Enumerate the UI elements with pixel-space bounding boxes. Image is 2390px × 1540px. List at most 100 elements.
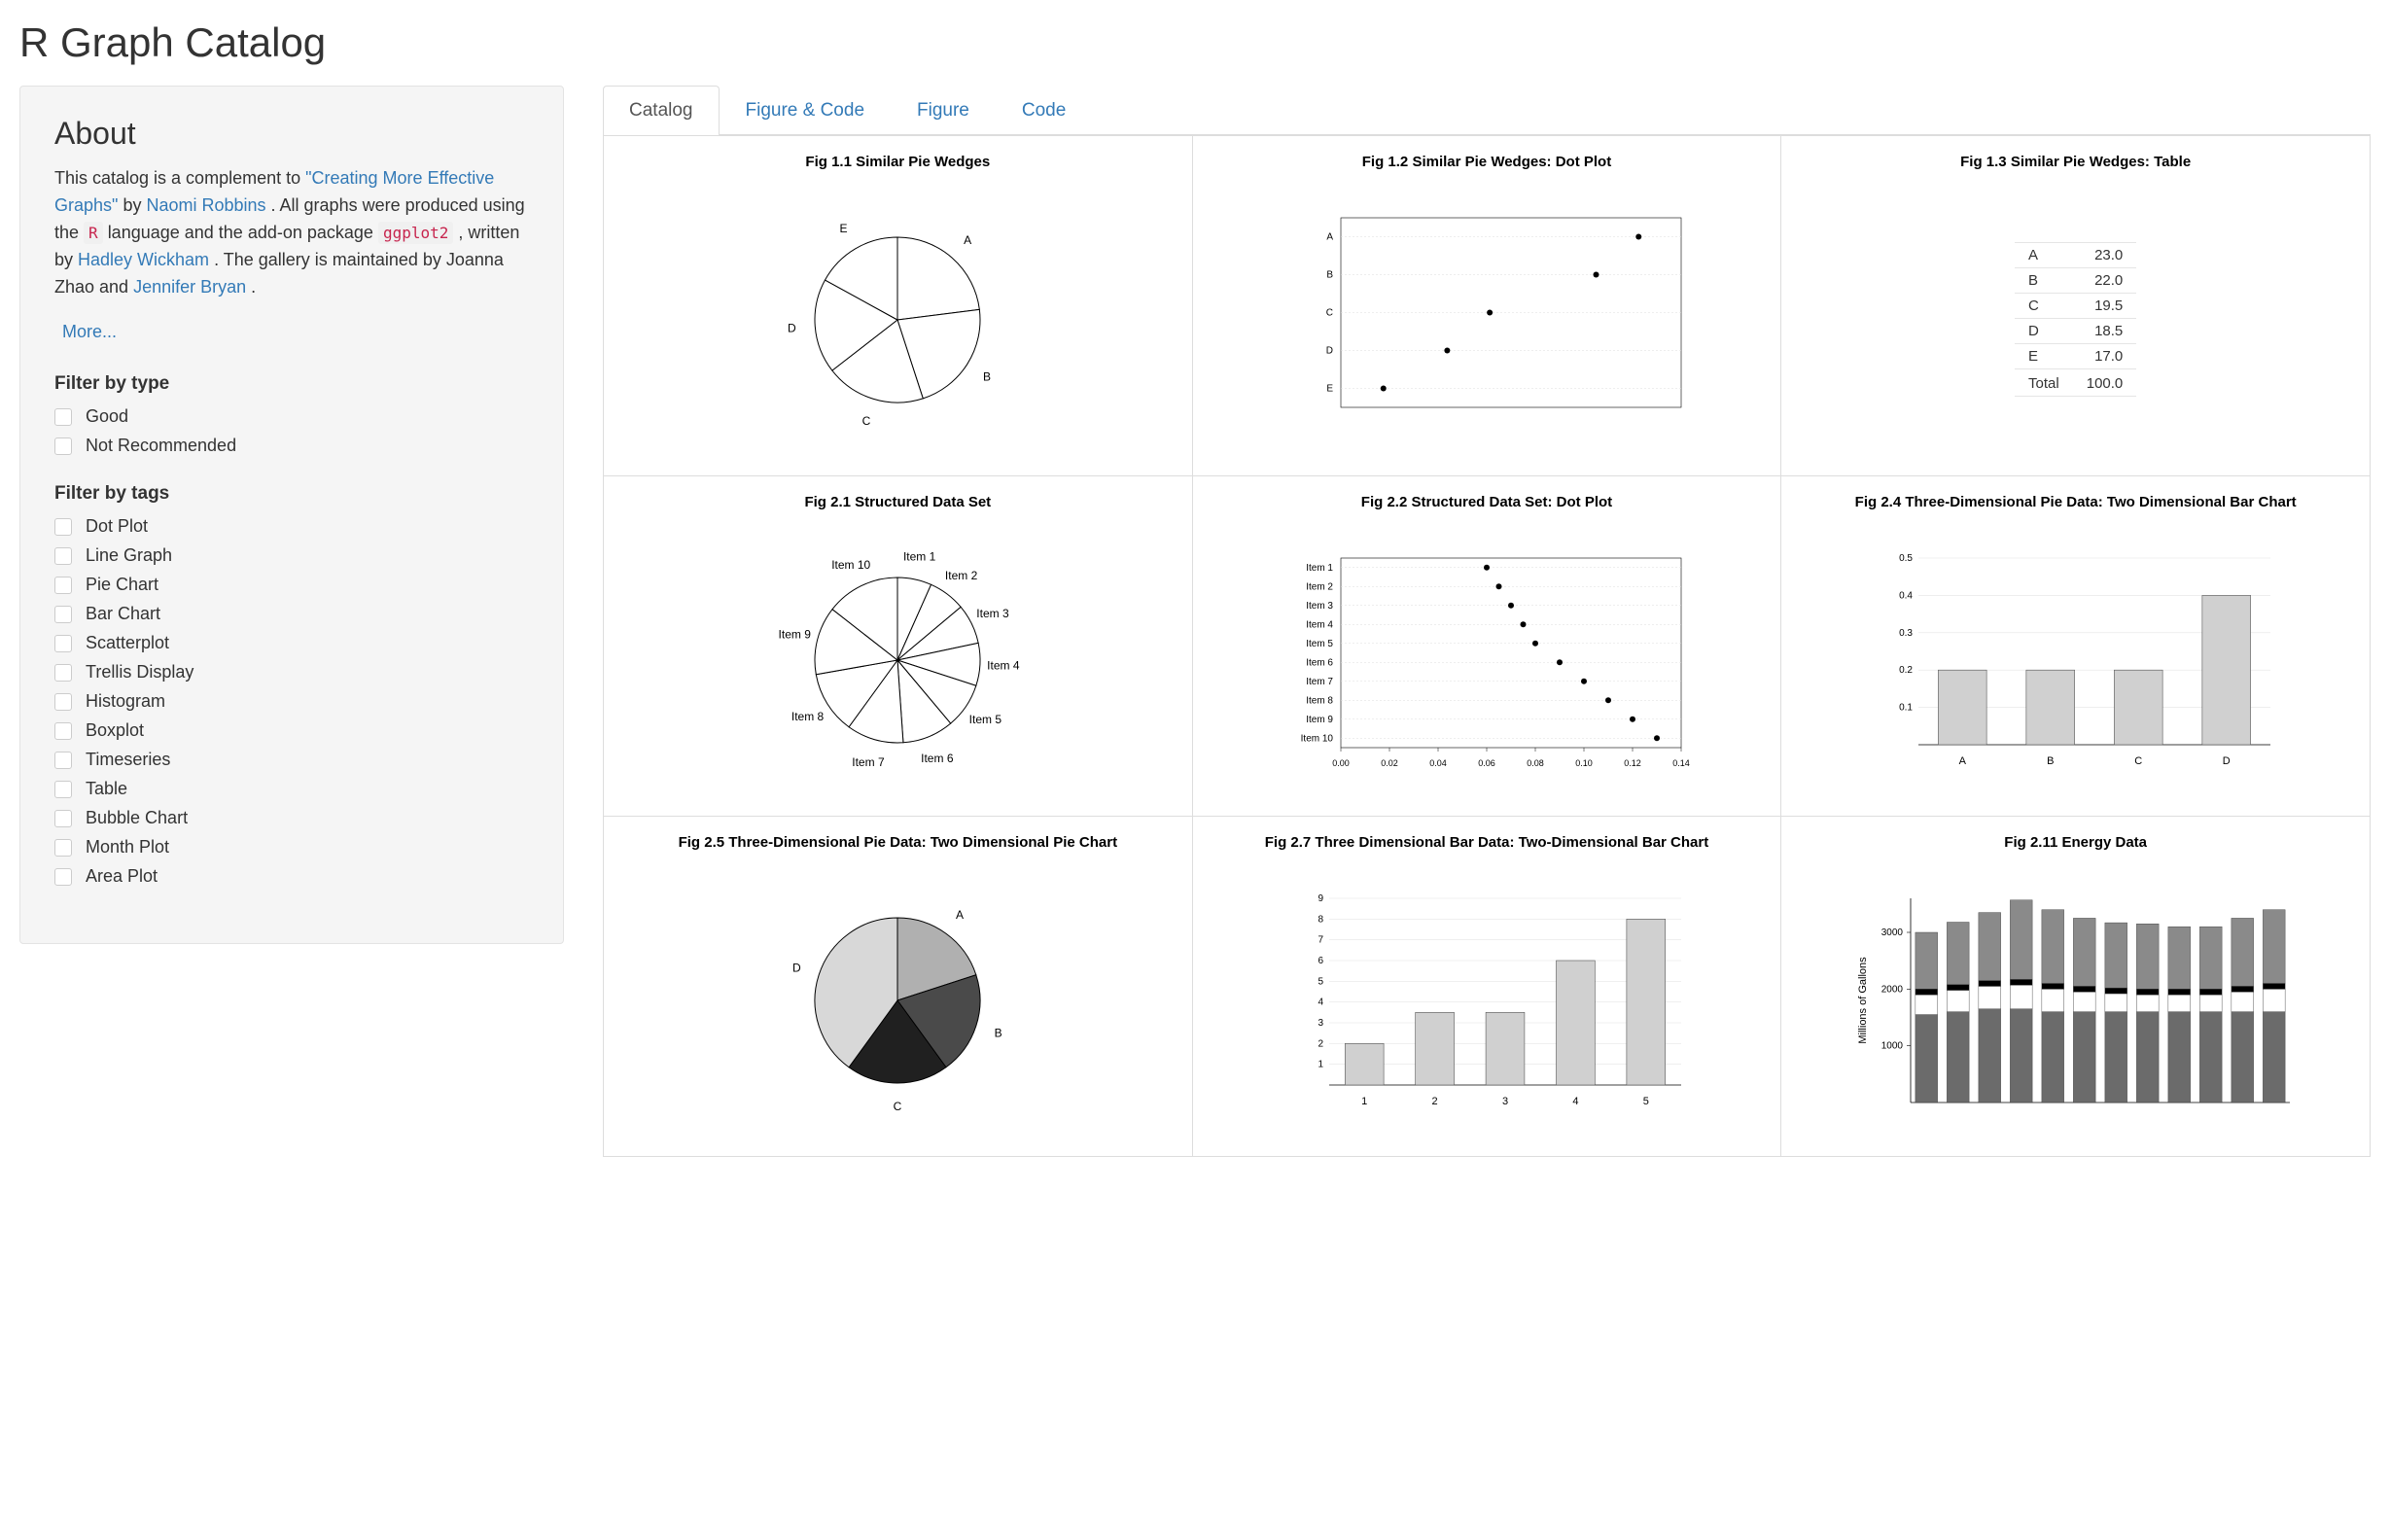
svg-text:Item 8: Item 8: [1306, 695, 1333, 706]
jbryan-link[interactable]: Jennifer Bryan: [133, 277, 246, 297]
chart-title: Fig 2.11 Energy Data: [2004, 834, 2147, 853]
chart-title: Fig 1.3 Similar Pie Wedges: Table: [1960, 154, 2191, 172]
svg-text:Item 4: Item 4: [1306, 619, 1333, 630]
filter-tag-item[interactable]: Pie Chart: [54, 575, 529, 595]
gallery-cell[interactable]: Fig 2.1 Structured Data SetItem 1Item 2I…: [604, 476, 1193, 817]
table-cell: 23.0: [2073, 243, 2137, 268]
svg-text:C: C: [862, 414, 871, 428]
svg-text:0.10: 0.10: [1575, 758, 1593, 768]
filter-type-checkbox[interactable]: [54, 438, 72, 455]
filter-tag-item[interactable]: Month Plot: [54, 837, 529, 858]
filter-tag-label: Bar Chart: [86, 604, 160, 624]
filter-tag-checkbox[interactable]: [54, 752, 72, 769]
ggplot-code: ggplot2: [378, 222, 453, 244]
table-cell: 22.0: [2073, 268, 2137, 294]
filter-tag-checkbox[interactable]: [54, 547, 72, 565]
tab-figure[interactable]: Figure: [891, 86, 996, 135]
filter-tag-label: Boxplot: [86, 720, 144, 741]
filter-tag-label: Timeseries: [86, 750, 170, 770]
hadley-link[interactable]: Hadley Wickham: [78, 250, 209, 269]
svg-text:0.12: 0.12: [1624, 758, 1641, 768]
chart-title: Fig 2.4 Three-Dimensional Pie Data: Two …: [1855, 494, 2297, 512]
filter-type-item[interactable]: Good: [54, 406, 529, 427]
gallery-cell[interactable]: Fig 2.7 Three Dimensional Bar Data: Two-…: [1193, 817, 1782, 1157]
data-table: A23.0B22.0C19.5D18.5E17.0Total100.0: [2015, 242, 2136, 397]
filter-tag-item[interactable]: Dot Plot: [54, 516, 529, 537]
svg-text:4: 4: [1318, 998, 1323, 1008]
svg-text:Item 5: Item 5: [969, 713, 1002, 726]
filter-tag-label: Trellis Display: [86, 662, 193, 682]
svg-text:A: A: [1958, 755, 1966, 767]
svg-text:0.14: 0.14: [1672, 758, 1690, 768]
gallery-cell[interactable]: Fig 1.1 Similar Pie WedgesABCDE: [604, 136, 1193, 476]
more-link[interactable]: More...: [62, 322, 117, 342]
svg-text:7: 7: [1318, 935, 1323, 946]
filter-tag-item[interactable]: Line Graph: [54, 545, 529, 566]
gallery-cell[interactable]: Fig 2.4 Three-Dimensional Pie Data: Two …: [1781, 476, 2371, 817]
svg-text:0.02: 0.02: [1381, 758, 1398, 768]
svg-text:Item 10: Item 10: [832, 558, 871, 572]
filter-type-label: Not Recommended: [86, 436, 236, 456]
svg-text:E: E: [840, 222, 848, 235]
filter-tag-item[interactable]: Area Plot: [54, 866, 529, 887]
filter-tag-label: Pie Chart: [86, 575, 158, 595]
tab-code[interactable]: Code: [996, 86, 1092, 135]
svg-text:Item 1: Item 1: [1306, 563, 1333, 574]
svg-text:0.00: 0.00: [1332, 758, 1350, 768]
filter-tag-checkbox[interactable]: [54, 606, 72, 623]
chart-title: Fig 2.5 Three-Dimensional Pie Data: Two …: [679, 834, 1118, 853]
filter-type-group: Filter by type GoodNot Recommended: [54, 373, 529, 456]
filter-tag-checkbox[interactable]: [54, 693, 72, 711]
filter-tag-item[interactable]: Scatterplot: [54, 633, 529, 653]
tab-figure-code[interactable]: Figure & Code: [720, 86, 892, 135]
filter-tag-item[interactable]: Timeseries: [54, 750, 529, 770]
filter-tag-checkbox[interactable]: [54, 839, 72, 857]
r-code: R: [84, 222, 103, 244]
filter-tag-checkbox[interactable]: [54, 722, 72, 740]
gallery-cell[interactable]: Fig 2.2 Structured Data Set: Dot Plot Ite…: [1193, 476, 1782, 817]
filter-tag-checkbox[interactable]: [54, 664, 72, 682]
gallery-cell[interactable]: Fig 1.2 Similar Pie Wedges: Dot PlotABCD…: [1193, 136, 1782, 476]
filter-type-checkbox[interactable]: [54, 408, 72, 426]
filter-tag-checkbox[interactable]: [54, 518, 72, 536]
table-cell: Total: [2015, 369, 2073, 397]
svg-text:Item 9: Item 9: [779, 628, 812, 642]
svg-text:Item 6: Item 6: [1306, 657, 1333, 668]
filter-tag-item[interactable]: Bubble Chart: [54, 808, 529, 828]
gallery-cell[interactable]: Fig 2.5 Three-Dimensional Pie Data: Two …: [604, 817, 1193, 1157]
filter-type-item[interactable]: Not Recommended: [54, 436, 529, 456]
svg-text:8: 8: [1318, 914, 1323, 925]
filter-tag-checkbox[interactable]: [54, 781, 72, 798]
filter-tag-item[interactable]: Trellis Display: [54, 662, 529, 682]
filter-tag-checkbox[interactable]: [54, 868, 72, 886]
svg-text:0.4: 0.4: [1899, 590, 1913, 601]
svg-text:0.06: 0.06: [1478, 758, 1495, 768]
filter-tag-checkbox[interactable]: [54, 577, 72, 594]
filter-tag-item[interactable]: Histogram: [54, 691, 529, 712]
svg-text:4: 4: [1572, 1096, 1578, 1107]
filter-tag-item[interactable]: Table: [54, 779, 529, 799]
svg-text:2000: 2000: [1880, 984, 1903, 995]
svg-text:0.04: 0.04: [1429, 758, 1447, 768]
svg-text:0.5: 0.5: [1899, 553, 1913, 564]
svg-text:5: 5: [1643, 1096, 1649, 1107]
author-link[interactable]: Naomi Robbins: [146, 195, 265, 215]
filter-tag-checkbox[interactable]: [54, 810, 72, 827]
filter-tag-item[interactable]: Bar Chart: [54, 604, 529, 624]
chart-title: Fig 2.2 Structured Data Set: Dot Plot: [1361, 494, 1612, 512]
svg-text:C: C: [2134, 755, 2142, 767]
about-heading: About: [54, 116, 529, 152]
gallery-cell[interactable]: Fig 1.3 Similar Pie Wedges: Table A23.0B2…: [1781, 136, 2371, 476]
filter-tag-item[interactable]: Boxplot: [54, 720, 529, 741]
svg-text:Item 4: Item 4: [987, 659, 1020, 673]
gallery-cell[interactable]: Fig 2.11 Energy Data100020003000Millions…: [1781, 817, 2371, 1157]
chart-title: Fig 1.1 Similar Pie Wedges: [805, 154, 990, 172]
filter-tag-checkbox[interactable]: [54, 635, 72, 652]
main-content: CatalogFigure & CodeFigureCode Fig 1.1 S…: [603, 86, 2371, 1157]
svg-text:0.08: 0.08: [1527, 758, 1544, 768]
svg-text:C: C: [1326, 307, 1333, 318]
filter-tag-label: Scatterplot: [86, 633, 169, 653]
tab-catalog[interactable]: Catalog: [603, 86, 720, 135]
svg-text:3000: 3000: [1880, 928, 1903, 938]
svg-text:Item 3: Item 3: [1306, 601, 1333, 612]
